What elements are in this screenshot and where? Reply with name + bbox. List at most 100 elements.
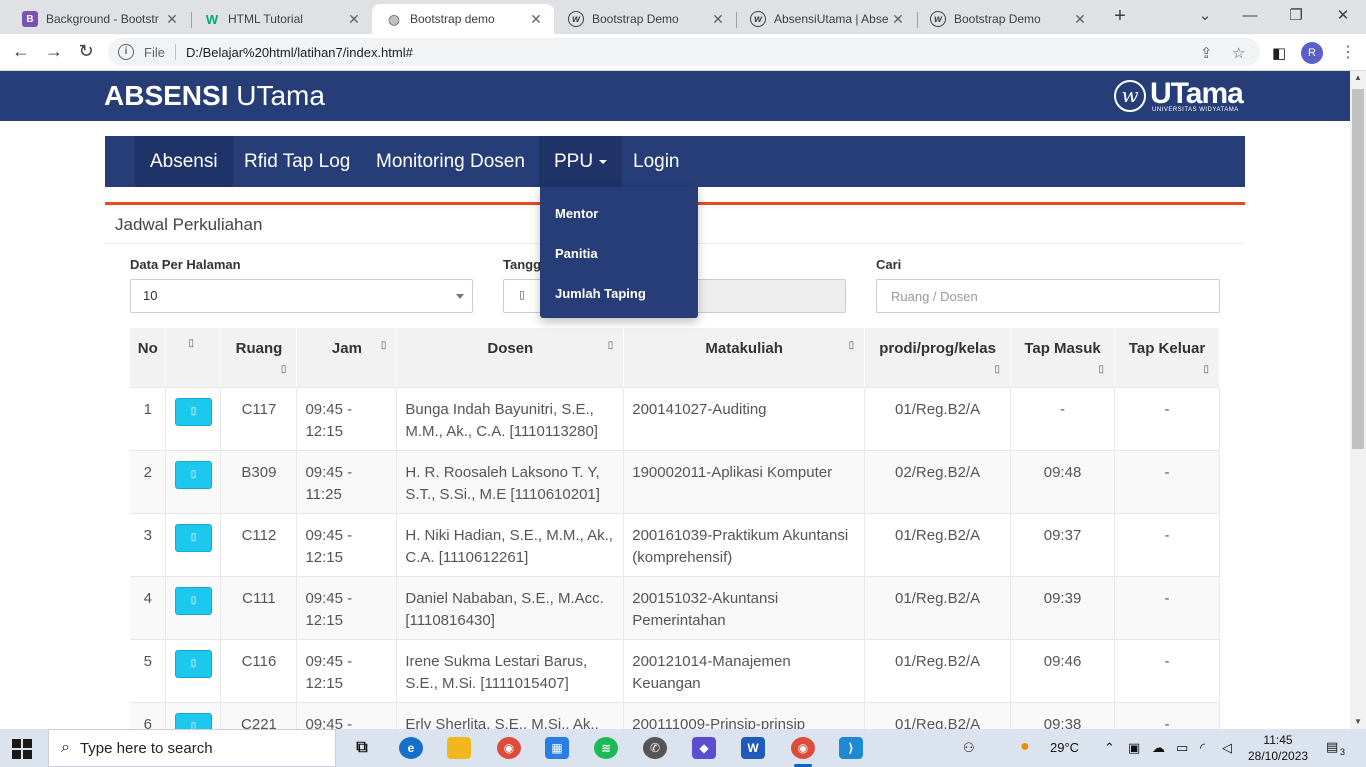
close-tab-icon[interactable]: ✕ [710,11,726,28]
logo-word: UTama [1150,77,1244,110]
restore-icon[interactable]: ❐ [1284,5,1308,29]
detail-button[interactable]: ▯ [174,523,212,552]
select-arrow-icon [456,294,464,299]
close-window-icon[interactable]: ✕ [1331,5,1355,29]
close-tab-icon[interactable]: ✕ [890,11,906,28]
sort-icon: ▯ [607,340,614,351]
nav-absensi[interactable]: Absensi [135,136,233,187]
date-input[interactable] [699,280,845,312]
col-header-action[interactable]: ▯ [165,328,222,387]
menu-kebab-icon[interactable]: ⋮ [1340,42,1356,62]
address-bar[interactable]: i File D:/Belajar%20html/latihan7/index.… [108,38,1260,66]
whatsapp-icon[interactable]: ✆ [643,737,667,759]
chrome-profile-icon[interactable]: ◉ [497,737,521,759]
cell-matakuliah: 200151032-Akuntansi Pemerintahan [623,575,866,639]
brand-title[interactable]: ABSENSI UTama [104,80,325,112]
table-body: 1 ▯ C117 09:45 - 12:15 Bunga Indah Bayun… [130,386,1220,729]
notification-center-icon[interactable]: ▤ [1326,739,1338,755]
col-header-matakuliah[interactable]: Matakuliah ▯ [623,328,866,387]
show-hidden-icons-chevron-icon[interactable]: ⌃ [1104,740,1115,756]
url-text[interactable]: D:/Belajar%20html/latihan7/index.html# [186,45,413,60]
taskbar-clock[interactable]: 11:45 28/10/2023 [1248,732,1308,764]
edge-browser-icon[interactable]: e [399,737,423,759]
ppu-dropdown-menu: Mentor Panitia Jumlah Taping [540,187,698,318]
vscode-icon[interactable]: ⟩ [839,737,863,759]
reload-icon[interactable]: ↻ [74,40,98,64]
scrollbar-thumb[interactable] [1352,89,1364,449]
onedrive-cloud-icon[interactable]: ☁ [1152,740,1165,756]
dropdown-item-jumlah-taping[interactable]: Jumlah Taping [555,286,646,301]
copilot-icon[interactable]: ◆ [692,737,716,759]
cell-kelas: 01/Reg.B2/A [864,638,1012,702]
cell-dosen: Irene Sukma Lestari Barus, S.E., M.Si. [… [396,638,625,702]
detail-button[interactable]: ▯ [174,649,212,678]
notification-count: 3 [1340,747,1346,757]
nav-monitoring-dosen[interactable]: Monitoring Dosen [361,136,540,187]
chrome-icon[interactable]: ◉ [791,737,815,759]
per-page-select[interactable]: 10 [130,279,473,313]
browser-tab-active[interactable]: ◍ Bootstrap demo ✕ [372,4,554,34]
col-header-tap-keluar[interactable]: Tap Keluar ▯ [1114,328,1220,387]
meet-now-icon[interactable]: ▣ [1128,740,1140,756]
taskbar-search-box[interactable]: ⌕ Type here to search [48,729,336,767]
browser-tab[interactable]: W HTML Tutorial ✕ [190,4,372,34]
detail-button[interactable]: ▯ [174,712,212,729]
nav-ppu-dropdown[interactable]: PPU [539,136,623,187]
table-header-row: No ▯ Ruang ▯ Jam ▯ Dosen ▯ Matakuliah ▯ prod… [130,328,1220,387]
sort-icon: ▯ [1098,364,1104,375]
site-info-icon[interactable]: i [118,44,134,60]
share-icon[interactable]: ⇪ [1200,44,1213,62]
new-tab-icon[interactable]: + [1108,5,1132,29]
dropdown-item-panitia[interactable]: Panitia [555,246,598,261]
minimize-icon[interactable]: — [1238,5,1262,29]
scroll-down-arrow-icon[interactable]: ▼ [1350,715,1366,729]
weather-temperature[interactable]: 29°C [1050,740,1079,755]
browser-tab[interactable]: w Bootstrap Demo ✕ [916,4,1098,34]
battery-icon[interactable]: ▭ [1176,740,1188,756]
nav-rfid-tap-log[interactable]: Rfid Tap Log [229,136,365,187]
spotify-icon[interactable]: ≋ [594,737,618,759]
detail-button[interactable]: ▯ [174,586,212,615]
cell-kelas: 02/Reg.B2/A [864,449,1012,513]
detail-button[interactable]: ▯ [174,397,212,426]
people-icon[interactable]: ⚇ [963,740,975,756]
back-arrow-icon[interactable]: ← [9,40,33,64]
bookmark-star-icon[interactable]: ☆ [1232,44,1245,62]
word-icon[interactable]: W [741,737,765,759]
tab-search-chevron-icon[interactable]: ⌄ [1193,5,1217,29]
close-tab-icon[interactable]: ✕ [1072,11,1088,28]
cell-tap-masuk: 09:39 [1010,575,1115,639]
side-panel-icon[interactable]: ◧ [1272,44,1286,62]
cell-jam: 09:45 - 12:15 [296,575,398,639]
profile-avatar[interactable]: R [1301,42,1323,64]
task-view-icon[interactable]: ⧉ [350,737,374,759]
browser-tab[interactable]: w Bootstrap Demo ✕ [554,4,736,34]
close-tab-icon[interactable]: ✕ [164,11,180,28]
dropdown-item-mentor[interactable]: Mentor [555,206,598,221]
browser-tab[interactable]: B Background - Bootstr ✕ [8,4,190,34]
cell-tap-keluar: - [1114,638,1220,702]
scroll-up-arrow-icon[interactable]: ▲ [1350,71,1366,85]
page-scrollbar[interactable]: ▲ ▼ [1350,71,1366,729]
col-header-no[interactable]: No [130,328,167,387]
detail-button[interactable]: ▯ [174,460,212,489]
browser-tab[interactable]: w AbsensiUtama | Abse ✕ [736,4,916,34]
col-header-jam[interactable]: Jam ▯ [296,328,398,387]
nav-login[interactable]: Login [618,136,695,187]
weather-icon[interactable]: ● [1020,738,1030,756]
close-tab-icon[interactable]: ✕ [346,11,362,28]
forward-arrow-icon[interactable]: → [42,40,66,64]
col-header-dosen[interactable]: Dosen ▯ [396,328,625,387]
col-header-tap-masuk[interactable]: Tap Masuk ▯ [1010,328,1115,387]
wifi-icon[interactable]: ◜ [1200,740,1205,756]
cell-no: 5 [130,638,167,702]
close-tab-icon[interactable]: ✕ [528,11,544,28]
col-header-ruang[interactable]: Ruang ▯ [220,328,298,387]
search-input[interactable] [876,279,1220,313]
volume-icon[interactable]: ◁ [1222,740,1232,756]
windows-start-icon[interactable] [12,739,32,759]
file-explorer-icon[interactable] [447,737,471,759]
caret-down-icon [599,159,608,164]
col-header-kelas[interactable]: prodi/prog/kelas ▯ [864,328,1012,387]
microsoft-store-icon[interactable]: ▦ [545,737,569,759]
